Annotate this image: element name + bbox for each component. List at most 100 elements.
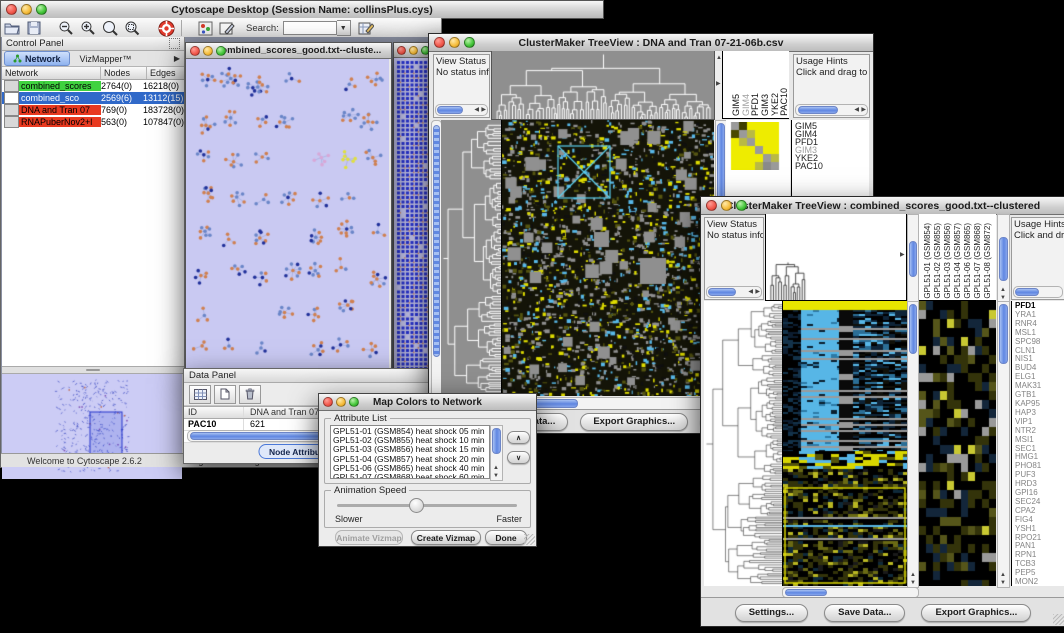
zoom-window-icon[interactable] xyxy=(464,37,475,48)
network-list-row[interactable]: RNAPuberNov2+l 563(0) 107847(0) xyxy=(2,116,184,128)
tv1-hints-scrollbar[interactable]: ◀ ▶ xyxy=(795,104,868,116)
minimize-icon[interactable] xyxy=(409,46,418,55)
tv1-zoom-heatmap[interactable] xyxy=(730,122,780,170)
attribute-list[interactable]: GPL51-01 (GSM854) heat shock 05 minGPL51… xyxy=(330,425,490,479)
zoom-window-icon[interactable] xyxy=(216,46,226,56)
tv1-column-label[interactable]: PAC10 xyxy=(779,88,789,116)
search-input[interactable] xyxy=(283,21,337,35)
search-dropdown-icon[interactable]: ▼ xyxy=(337,20,351,36)
minimize-icon[interactable] xyxy=(721,200,732,211)
open-session-button[interactable] xyxy=(1,19,23,38)
zoom-window-icon[interactable] xyxy=(36,4,47,15)
new-attribute-icon[interactable] xyxy=(214,385,236,404)
tv1-column-label[interactable]: GIM3 xyxy=(760,94,770,116)
vizmapper-icon[interactable] xyxy=(194,19,216,38)
minimize-icon[interactable] xyxy=(21,4,32,15)
save-session-button[interactable] xyxy=(23,19,45,38)
move-down-button[interactable]: ∨ xyxy=(507,451,530,464)
tv2-footer-button[interactable]: Export Graphics... xyxy=(921,604,1031,622)
tv2-status-scrollbar[interactable]: ◀ ▶ xyxy=(706,286,762,298)
close-icon[interactable] xyxy=(190,46,200,56)
close-icon[interactable] xyxy=(6,4,17,15)
tv2-column-label[interactable]: GPL51-04 (GSM857) xyxy=(953,223,963,299)
tv2-column-label[interactable]: GPL51-03 (GSM856) xyxy=(943,223,953,299)
tv1-column-dendrogram[interactable] xyxy=(491,51,715,120)
move-up-button[interactable]: ∧ xyxy=(507,431,530,444)
create-vizmap-button[interactable]: Create Vizmap xyxy=(411,530,481,545)
panel-splitter[interactable] xyxy=(2,367,184,374)
network-canvas[interactable] xyxy=(186,59,389,372)
resize-grip[interactable] xyxy=(524,534,535,545)
tv2-heatmap[interactable] xyxy=(782,301,907,586)
tv2-footer-button[interactable]: Settings... xyxy=(735,604,808,622)
tv1-column-label[interactable]: GIM5 xyxy=(731,94,741,116)
help-lifering-icon[interactable] xyxy=(155,19,177,38)
float-panel-icon[interactable] xyxy=(169,38,180,49)
minimize-icon[interactable] xyxy=(336,397,346,407)
annotation-icon[interactable] xyxy=(216,19,238,38)
gene-label[interactable]: MON2 xyxy=(1015,578,1064,587)
search-label: Search: xyxy=(246,23,279,34)
tv1-heatmap[interactable] xyxy=(501,120,714,396)
minimize-icon[interactable] xyxy=(449,37,460,48)
minimize-icon[interactable] xyxy=(203,46,213,56)
tv1-status-scrollbar[interactable]: ◀ ▶ xyxy=(435,104,488,116)
tv2-view-status: View Status No status info t ◀ ▶ xyxy=(704,217,764,300)
close-icon[interactable] xyxy=(323,397,333,407)
zoom-window-icon[interactable] xyxy=(736,200,747,211)
treeview1-title: ClusterMaker TreeView : DNA and Tran 07-… xyxy=(429,37,873,49)
zoom-window-icon[interactable] xyxy=(349,397,359,407)
tv1-column-label[interactable]: YKE2 xyxy=(770,93,780,116)
tv2-labels-scrollbar[interactable]: ▲ ▼ xyxy=(997,214,1010,303)
close-icon[interactable] xyxy=(706,200,717,211)
tab-vizmapper[interactable]: VizMapper™ xyxy=(70,54,142,64)
speed-slider[interactable] xyxy=(337,504,517,507)
tv2-row-dendrogram[interactable] xyxy=(704,301,782,586)
tv2-usage-hints: Usage Hints Click and drag to xyxy=(1011,217,1064,300)
resize-grip[interactable] xyxy=(1053,614,1064,625)
tv2-column-label[interactable]: GPL51-02 (GSM855) xyxy=(933,223,943,299)
select-attributes-icon[interactable] xyxy=(189,385,211,404)
tv2-column-dendrogram[interactable] xyxy=(765,214,907,301)
cytoscape-titlebar[interactable]: Cytoscape Desktop (Session Name: collins… xyxy=(0,0,604,19)
network-table-header[interactable]: Network Nodes Edges xyxy=(2,67,184,80)
speed-slider-thumb[interactable] xyxy=(409,498,424,513)
tv2-column-label[interactable]: GPL51-01 (GSM854) xyxy=(923,223,933,299)
zoom-selected-icon[interactable] xyxy=(121,19,143,38)
tv2-column-label[interactable]: GPL51-07 (GSM868) xyxy=(973,223,983,299)
zoom-in-icon[interactable] xyxy=(77,19,99,38)
tv2-zoom-vscrollbar[interactable]: ▲ ▼ xyxy=(997,301,1010,588)
tv2-column-label[interactable]: GPL51-08 (GSM872) xyxy=(983,223,993,299)
done-button[interactable]: Done xyxy=(485,530,527,545)
close-icon[interactable] xyxy=(397,46,406,55)
tv1-footer-button[interactable]: Export Graphics... xyxy=(580,413,688,431)
network-list-row[interactable]: combined_sco 2569(6) 13112(15) xyxy=(2,92,184,104)
tv2-hints-scrollbar[interactable] xyxy=(1013,286,1063,298)
window-controls[interactable] xyxy=(6,4,47,15)
tv2-zoom-heatmap[interactable] xyxy=(919,301,996,586)
attribute-list-scrollbar[interactable]: ▲ ▼ xyxy=(490,425,503,481)
tv2-header-scrollbar[interactable] xyxy=(907,214,919,303)
close-icon[interactable] xyxy=(434,37,445,48)
faster-label: Faster xyxy=(496,514,522,524)
animate-vizmap-button[interactable]: Animate Vizmap xyxy=(335,530,403,545)
tv2-footer-button[interactable]: Save Data... xyxy=(824,604,905,622)
tv2-column-label[interactable]: GPL51-06 (GSM865) xyxy=(963,223,973,299)
delete-attribute-icon[interactable] xyxy=(239,385,261,404)
tv2-column-labels: GPL51-01 (GSM854)GPL51-02 (GSM855)GPL51-… xyxy=(919,214,996,301)
tv1-row-label[interactable]: PAC10 xyxy=(795,162,869,170)
tv2-heatmap-vscrollbar[interactable]: ▲ ▼ xyxy=(907,301,919,588)
tab-network[interactable]: Network xyxy=(4,51,70,66)
network-list-row[interactable]: combined_scores 2764(0) 16218(0) xyxy=(2,80,184,92)
tv1-row-dendrogram[interactable] xyxy=(441,120,501,396)
animation-speed-label: Animation Speed xyxy=(331,485,409,496)
tv1-column-label[interactable]: GIM4 xyxy=(741,94,751,116)
tab-overflow-icon[interactable]: ▶ xyxy=(174,54,180,63)
zoom-fit-icon[interactable] xyxy=(99,19,121,38)
tv1-column-label[interactable]: PFD1 xyxy=(750,93,760,116)
network-list-row[interactable]: DNA and Tran 07 769(0) 183728(0) xyxy=(2,104,184,116)
network-tab-icon xyxy=(13,54,22,63)
attribute-list-item[interactable]: GPL51-07 (GSM868) heat shock 60 min xyxy=(333,473,489,479)
zoom-out-icon[interactable] xyxy=(55,19,77,38)
attribute-editor-icon[interactable] xyxy=(355,19,377,38)
